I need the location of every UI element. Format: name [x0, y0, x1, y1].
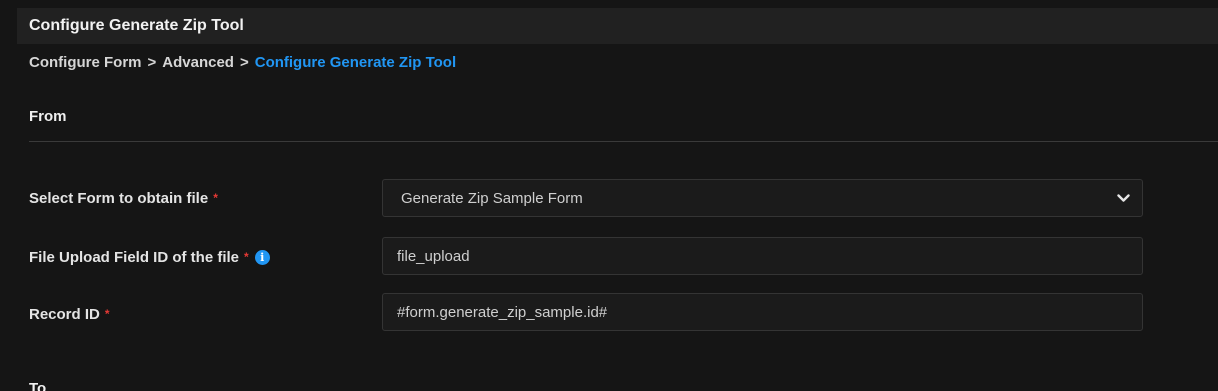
- record-id-label: Record ID *: [29, 306, 110, 323]
- section-title-to: To: [29, 380, 47, 391]
- chevron-down-icon[interactable]: [1116, 191, 1130, 205]
- record-id-input[interactable]: #form.generate_zip_sample.id#: [382, 293, 1143, 331]
- record-id-value: #form.generate_zip_sample.id#: [397, 303, 608, 321]
- file-upload-field-value: file_upload: [397, 247, 470, 265]
- select-form-dropdown[interactable]: Generate Zip Sample Form: [382, 179, 1143, 217]
- breadcrumb-advanced[interactable]: Advanced: [162, 54, 234, 71]
- select-form-label: Select Form to obtain file *: [29, 190, 218, 207]
- record-id-label-text: Record ID: [29, 306, 100, 323]
- breadcrumb-separator: >: [239, 54, 249, 71]
- required-asterisk: *: [213, 190, 218, 205]
- section-divider: [29, 141, 1218, 142]
- page-title: Configure Generate Zip Tool: [29, 17, 244, 34]
- info-icon[interactable]: i: [254, 250, 270, 265]
- section-title-from: From: [29, 108, 67, 125]
- page: Configure Generate Zip Tool Configure Fo…: [0, 0, 1218, 391]
- file-upload-field-label: File Upload Field ID of the file * i: [29, 249, 270, 266]
- select-form-label-text: Select Form to obtain file: [29, 190, 209, 207]
- file-upload-field-input[interactable]: file_upload: [382, 237, 1143, 275]
- breadcrumb: Configure Form > Advanced > Configure Ge…: [29, 54, 456, 71]
- required-asterisk: *: [244, 249, 249, 264]
- file-upload-field-label-text: File Upload Field ID of the file: [29, 249, 240, 266]
- select-form-value: Generate Zip Sample Form: [401, 189, 583, 207]
- breadcrumb-configure-form[interactable]: Configure Form: [29, 54, 142, 71]
- breadcrumb-separator: >: [147, 54, 157, 71]
- breadcrumb-current: Configure Generate Zip Tool: [254, 54, 457, 71]
- title-bar: Configure Generate Zip Tool: [17, 8, 1218, 44]
- required-asterisk: *: [104, 306, 110, 321]
